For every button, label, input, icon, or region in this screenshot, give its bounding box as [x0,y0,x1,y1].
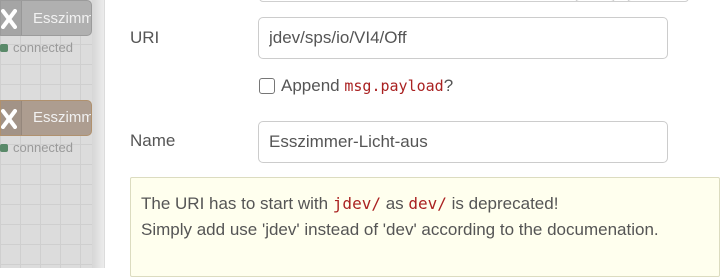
name-label: Name [130,131,176,150]
node-status: connected [0,140,73,155]
append-label: Append [281,76,340,95]
append-suffix: ? [443,76,454,95]
node-icon-cell [1,1,22,35]
x-icon [1,109,17,129]
status-dot-icon [0,43,8,52]
msg-payload-code: msg.payload [344,77,444,95]
flow-node-esszimmer-1[interactable]: Esszimmer [0,0,92,36]
status-dot-icon [0,143,8,152]
cut-off-button[interactable] [575,0,615,2]
append-payload-checkbox[interactable] [259,78,275,94]
tip-text: The URI has to start with [141,194,333,213]
tip-text: is deprecated! [446,194,559,213]
node-status-text: connected [13,40,73,55]
name-input[interactable] [258,121,668,163]
tip-line-2: Simply add use 'jdev' instead of 'dev' a… [141,220,659,239]
append-payload-option[interactable]: Append msg.payload? [259,76,453,96]
x-icon [1,9,17,29]
tip-line-1: The URI has to start with jdev/ as dev/ … [141,191,709,217]
flow-node-esszimmer-2[interactable]: Esszimmer [0,100,92,136]
panel-shadow [92,0,104,268]
jdev-code: jdev/ [332,194,381,213]
flow-node-label: Esszimmer [33,10,91,27]
deprecation-tip: The URI has to start with jdev/ as dev/ … [130,177,720,277]
dev-code: dev/ [408,194,447,213]
flow-node-label: Esszimmer [33,109,91,126]
node-status: connected [0,40,73,55]
node-status-text: connected [13,140,73,155]
flow-canvas[interactable]: Esszimmer connected Esszimmer connected [0,0,100,268]
uri-input[interactable] [258,17,668,59]
node-icon-cell [1,101,22,135]
tip-text: as [380,194,409,213]
node-edit-panel: URI Append msg.payload? Name The URI has… [104,0,728,277]
cut-off-button[interactable] [627,0,689,2]
uri-label: URI [130,28,160,47]
